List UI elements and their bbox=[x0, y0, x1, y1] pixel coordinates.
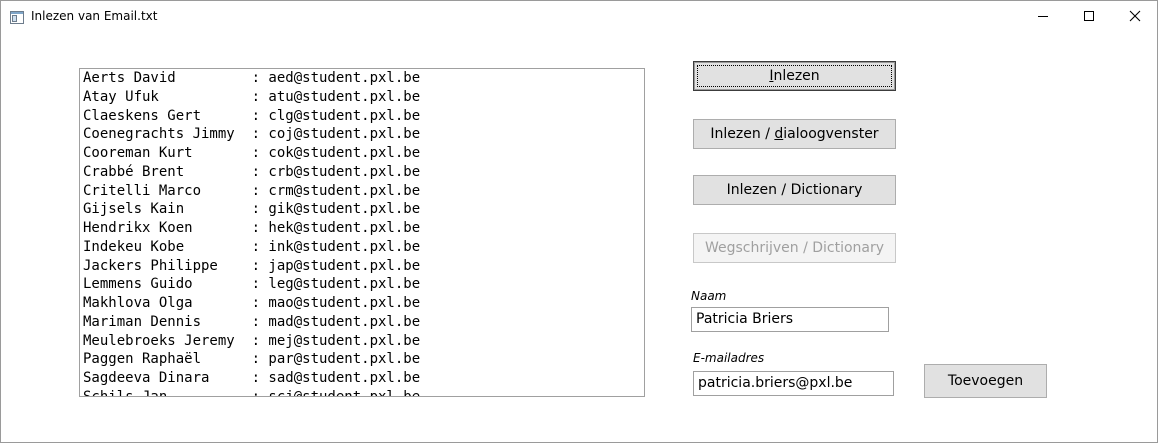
list-item[interactable]: Schils Jan : scj@student.pxl.be bbox=[83, 388, 420, 396]
list-item[interactable]: Hendrikx Koen : hek@student.pxl.be bbox=[83, 219, 420, 238]
toevoegen-button[interactable]: Toevoegen bbox=[924, 364, 1047, 398]
naam-label: Naam bbox=[691, 289, 727, 303]
button-label-suffix: ialoogvenster bbox=[783, 126, 879, 142]
close-button[interactable] bbox=[1112, 1, 1158, 31]
email-listbox[interactable]: Aerts David : aed@student.pxl.be Atay Uf… bbox=[79, 68, 645, 397]
list-item[interactable]: Indekeu Kobe : ink@student.pxl.be bbox=[83, 238, 420, 257]
list-item[interactable]: Critelli Marco : crm@student.pxl.be bbox=[83, 182, 420, 201]
window-title: Inlezen van Email.txt bbox=[31, 9, 158, 23]
maximize-button[interactable] bbox=[1066, 1, 1112, 31]
list-item[interactable]: Jackers Philippe : jap@student.pxl.be bbox=[83, 257, 420, 276]
window-app-icon bbox=[10, 9, 24, 24]
minimize-button[interactable] bbox=[1020, 1, 1066, 31]
minimize-icon bbox=[1037, 10, 1049, 22]
wegschrijven-dictionary-label: Wegschrijven / Dictionary bbox=[704, 240, 885, 256]
close-icon bbox=[1129, 10, 1141, 22]
list-item[interactable]: Coenegrachts Jimmy : coj@student.pxl.be bbox=[83, 125, 420, 144]
list-item[interactable]: Meulebroeks Jeremy : mej@student.pxl.be bbox=[83, 332, 420, 351]
title-bar[interactable]: Inlezen van Email.txt bbox=[1, 1, 1157, 31]
inlezen-dialoogvenster-button[interactable]: Inlezen / dialoogvenster bbox=[693, 119, 896, 149]
main-window: Inlezen van Email.txt Aerts David : aed@… bbox=[0, 0, 1158, 443]
access-key: d bbox=[774, 126, 784, 142]
wegschrijven-dictionary-button: Wegschrijven / Dictionary bbox=[693, 233, 896, 263]
list-item[interactable]: Sagdeeva Dinara : sad@student.pxl.be bbox=[83, 369, 420, 388]
list-item[interactable]: Cooreman Kurt : cok@student.pxl.be bbox=[83, 144, 420, 163]
list-item[interactable]: Gijsels Kain : gik@student.pxl.be bbox=[83, 200, 420, 219]
inlezen-button[interactable]: Inlezen bbox=[693, 61, 896, 91]
list-item[interactable]: Mariman Dennis : mad@student.pxl.be bbox=[83, 313, 420, 332]
list-item[interactable]: Atay Ufuk : atu@student.pxl.be bbox=[83, 88, 420, 107]
toevoegen-label: Toevoegen bbox=[947, 373, 1024, 389]
inlezen-dictionary-label: Inlezen / Dictionary bbox=[726, 182, 863, 198]
naam-field[interactable]: Patricia Briers bbox=[691, 307, 889, 332]
email-field[interactable]: patricia.briers@pxl.be bbox=[693, 371, 894, 396]
list-item[interactable]: Aerts David : aed@student.pxl.be bbox=[83, 69, 420, 88]
button-label-prefix: Inlezen / bbox=[710, 126, 775, 142]
list-item[interactable]: Makhlova Olga : mao@student.pxl.be bbox=[83, 294, 420, 313]
maximize-icon bbox=[1083, 10, 1095, 22]
list-item[interactable]: Claeskens Gert : clg@student.pxl.be bbox=[83, 107, 420, 126]
list-item[interactable]: Crabbé Brent : crb@student.pxl.be bbox=[83, 163, 420, 182]
list-item[interactable]: Lemmens Guido : leg@student.pxl.be bbox=[83, 275, 420, 294]
inlezen-dictionary-button[interactable]: Inlezen / Dictionary bbox=[693, 175, 896, 205]
list-item[interactable]: Paggen Raphaël : par@student.pxl.be bbox=[83, 350, 420, 369]
email-label: E-mailadres bbox=[693, 351, 765, 365]
inlezen-button-label: nlezen bbox=[773, 68, 820, 84]
